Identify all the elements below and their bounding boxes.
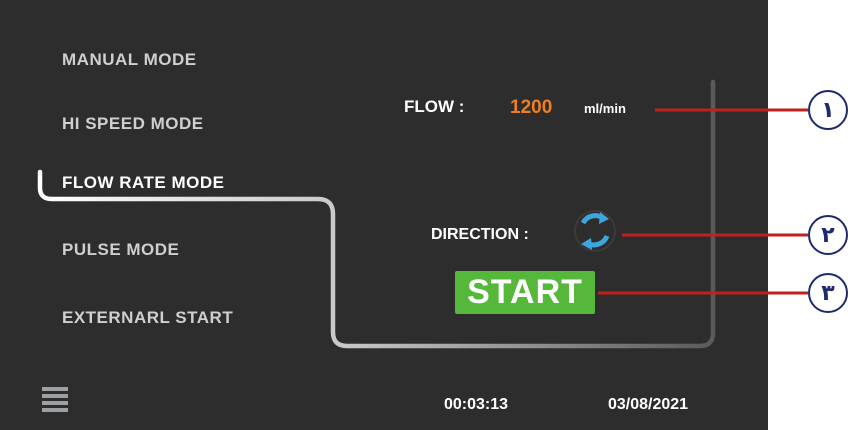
current-date: 03/08/2021 <box>608 396 689 413</box>
mode-hi-speed[interactable]: HI SPEED MODE <box>62 114 204 134</box>
flow-unit: ml/min <box>584 101 626 116</box>
mode-external-start[interactable]: EXTERNARL START <box>62 308 233 328</box>
flow-value[interactable]: 1200 <box>510 97 552 119</box>
start-button[interactable]: START <box>455 271 595 314</box>
hamburger-menu-icon[interactable] <box>42 387 68 413</box>
rotate-arrows-icon[interactable] <box>569 205 621 257</box>
callout-1: ١ <box>808 90 848 130</box>
direction-label: DIRECTION : <box>431 226 529 243</box>
mode-flow-rate[interactable]: FLOW RATE MODE <box>62 173 225 193</box>
callout-2: ٢ <box>808 215 848 255</box>
callout-3: ٣ <box>808 273 848 313</box>
status-bar: 00:03:13 03/08/2021 <box>0 380 768 430</box>
device-screen: MANUAL MODE HI SPEED MODE FLOW RATE MODE… <box>0 0 768 430</box>
mode-manual[interactable]: MANUAL MODE <box>62 50 197 70</box>
flow-label: FLOW : <box>404 97 465 116</box>
mode-pulse[interactable]: PULSE MODE <box>62 240 179 260</box>
elapsed-time: 00:03:13 <box>444 396 509 413</box>
